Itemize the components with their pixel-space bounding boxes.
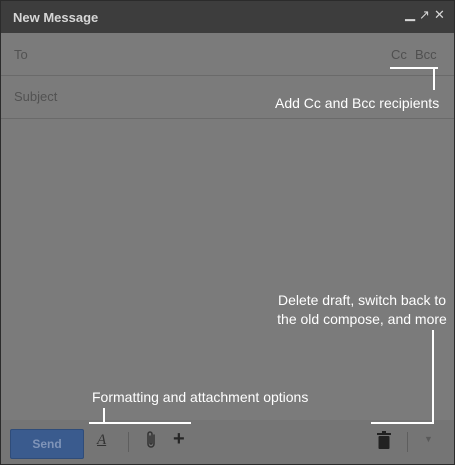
callout-underline-delete [371, 422, 434, 424]
bcc-link[interactable]: Bcc [415, 47, 437, 62]
subject-placeholder: Subject [14, 89, 58, 104]
callout-delete-line2: the old compose, and more [277, 311, 447, 327]
callout-underline-formatting [89, 422, 191, 424]
toolbar-divider [407, 432, 408, 452]
formatting-icon[interactable]: A [97, 432, 106, 449]
callout-pointer-delete [432, 330, 434, 423]
plus-icon[interactable]: + [173, 428, 185, 451]
callout-delete-draft: Delete draft, switch back to the old com… [272, 291, 452, 329]
callout-pointer-formatting [103, 408, 105, 423]
minimize-icon[interactable]: ▁ [405, 7, 415, 21]
attachment-icon[interactable] [144, 430, 158, 455]
trash-icon[interactable] [377, 431, 391, 454]
send-button[interactable]: Send [10, 429, 84, 459]
cc-link[interactable]: Cc [391, 47, 407, 62]
toolbar-divider [128, 432, 129, 452]
to-field[interactable]: To Cc Bcc [1, 33, 454, 76]
callout-underline-cc [390, 67, 438, 69]
window-title: New Message [13, 10, 99, 25]
popout-icon[interactable]: ↗ [419, 8, 430, 22]
compose-window: New Message ▁ ↗ ✕ To Cc Bcc Subject Send… [0, 0, 455, 465]
to-label: To [14, 47, 28, 62]
callout-formatting: Formatting and attachment options [92, 389, 309, 405]
more-options-icon[interactable]: ▼ [424, 434, 433, 444]
compose-toolbar: Send A + ▼ [1, 420, 454, 464]
callout-delete-line1: Delete draft, switch back to [277, 292, 447, 308]
callout-cc-bcc: Add Cc and Bcc recipients [275, 95, 440, 111]
compose-titlebar[interactable]: New Message ▁ ↗ ✕ [1, 1, 454, 33]
message-body[interactable] [1, 119, 454, 420]
callout-pointer-cc [433, 67, 435, 90]
close-icon[interactable]: ✕ [434, 8, 445, 22]
